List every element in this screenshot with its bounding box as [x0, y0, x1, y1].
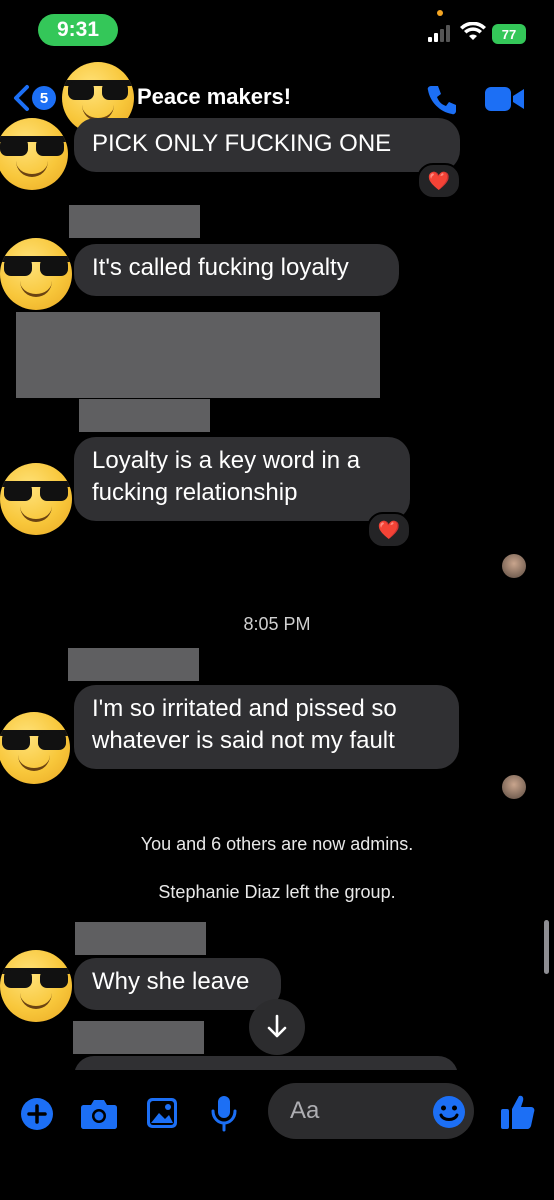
microphone-icon[interactable] [210, 1094, 238, 1132]
heart-icon: ❤️ [427, 170, 451, 191]
sender-avatar-sunglasses-face-icon[interactable] [0, 238, 72, 310]
emoji-smiley-icon[interactable] [432, 1095, 466, 1129]
conversation-title[interactable]: Peace makers! [137, 84, 291, 110]
sender-avatar-sunglasses-face-icon[interactable] [0, 118, 68, 190]
read-receipt-avatar [502, 554, 526, 578]
read-receipt-avatar [502, 775, 526, 799]
arrow-down-icon [267, 1014, 287, 1038]
timestamp-divider: 8:05 PM [243, 614, 311, 634]
system-message: You and 6 others are now admins. [140, 834, 414, 854]
sender-avatar-sunglasses-face-icon[interactable] [0, 463, 72, 535]
heart-reaction[interactable]: ❤️ [417, 163, 461, 199]
message-text: PICK ONLY FUCKING ONE [92, 130, 392, 157]
message-bubble[interactable]: Loyalty is a key word in a fucking relat… [74, 437, 410, 521]
privacy-indicator-dot [437, 10, 443, 16]
back-chevron-icon[interactable] [12, 84, 30, 112]
battery-indicator: 77 [492, 24, 526, 44]
sender-avatar-sunglasses-face-icon[interactable] [0, 950, 72, 1022]
message-text: It's called fucking loyalty [92, 254, 349, 281]
camera-icon[interactable] [80, 1097, 118, 1131]
redacted-sender-name [68, 648, 199, 681]
status-time: 9:31 [38, 14, 118, 46]
message-bubble[interactable]: I'm so irritated and pissed so whatever … [74, 685, 459, 769]
message-text: Why she leave [92, 968, 250, 995]
message-text-line: Loyalty is a key word in a [92, 447, 361, 474]
redacted-sender-name [75, 922, 206, 955]
sender-avatar-sunglasses-face-icon[interactable] [0, 712, 70, 784]
thumbs-up-like-icon[interactable] [500, 1093, 536, 1131]
message-text-line: whatever is said not my fault [92, 727, 395, 754]
phone-call-icon[interactable] [425, 83, 459, 117]
redacted-sender-name [73, 1021, 204, 1054]
unread-count-badge[interactable]: 5 [32, 86, 56, 110]
redacted-content-block [16, 312, 380, 398]
redacted-sender-name [69, 205, 200, 238]
image-gallery-icon[interactable] [145, 1096, 179, 1130]
message-bubble[interactable]: Why she leave [74, 958, 281, 1010]
scroll-to-bottom-button[interactable] [249, 999, 305, 1055]
redacted-sender-name [79, 399, 210, 432]
scrollbar[interactable] [544, 920, 549, 974]
heart-reaction[interactable]: ❤️ [367, 512, 411, 548]
video-call-icon[interactable] [485, 86, 525, 112]
system-message: Stephanie Diaz left the group. [158, 882, 396, 902]
message-input-placeholder: Aa [290, 1097, 320, 1124]
plus-icon[interactable] [20, 1097, 54, 1131]
cell-signal-icon [428, 24, 450, 42]
message-bubble[interactable]: PICK ONLY FUCKING ONE [74, 118, 460, 172]
wifi-icon [460, 22, 486, 40]
heart-icon: ❤️ [377, 519, 401, 540]
message-text-line: I'm so irritated and pissed so [92, 695, 397, 722]
message-text-line: fucking relationship [92, 479, 298, 506]
message-bubble[interactable]: It's called fucking loyalty [74, 244, 399, 296]
